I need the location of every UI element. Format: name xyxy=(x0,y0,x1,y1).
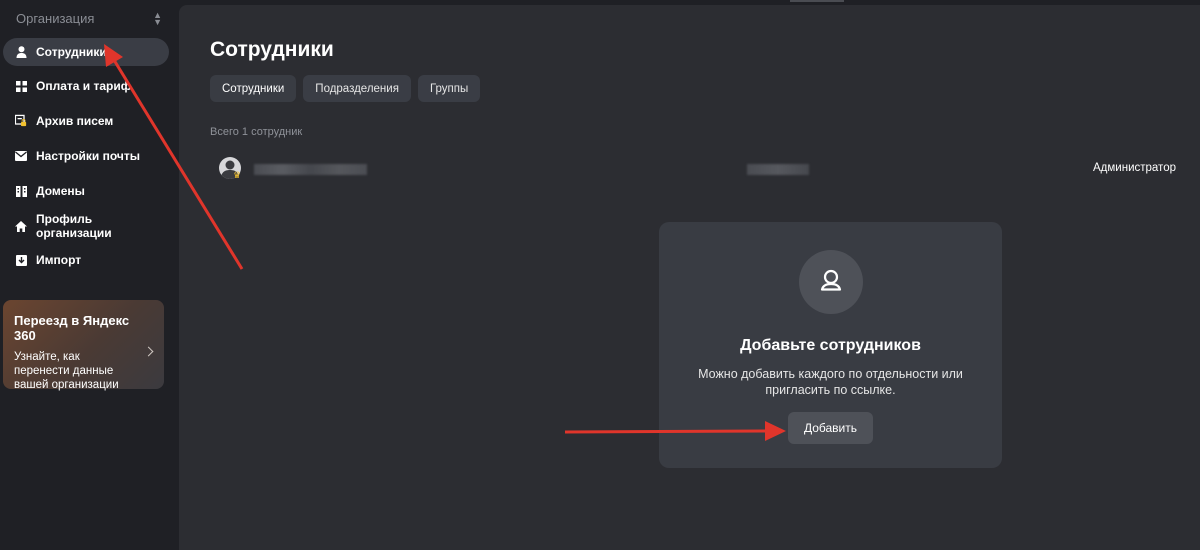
table-row[interactable]: ♛ Администратор xyxy=(219,157,1179,181)
top-bar-fragment xyxy=(790,0,844,2)
sidebar: Организация ▲ ▼ Сотрудники Оплата и тариф… xyxy=(0,0,178,550)
employee-role: Администратор xyxy=(1093,162,1176,174)
person-icon xyxy=(15,46,27,58)
sidebar-item-label: Домены xyxy=(36,184,85,198)
tabs: Сотрудники Подразделения Группы xyxy=(210,75,481,102)
organization-selector[interactable]: Организация ▲ ▼ xyxy=(16,11,162,27)
employee-name-redacted xyxy=(254,164,367,175)
domains-icon xyxy=(15,185,27,197)
user-placeholder-icon xyxy=(799,250,863,314)
add-employee-button[interactable]: Добавить xyxy=(788,412,873,444)
empty-state-title: Добавьте сотрудников xyxy=(740,337,921,354)
sidebar-item-mail-settings[interactable]: Настройки почты xyxy=(3,142,169,170)
sidebar-item-label: Импорт xyxy=(36,253,82,267)
crown-icon: ♛ xyxy=(233,170,242,180)
sidebar-item-label: Настройки почты xyxy=(36,149,141,163)
sidebar-item-label: Профиль организации xyxy=(36,212,112,240)
employee-count: Всего 1 сотрудник xyxy=(210,126,303,138)
home-icon xyxy=(15,220,27,232)
import-icon xyxy=(15,254,27,266)
sidebar-item-label: Сотрудники xyxy=(36,45,107,59)
sidebar-item-label: Архив писем xyxy=(36,114,114,128)
tab-departments[interactable]: Подразделения xyxy=(303,75,411,102)
sidebar-item-billing[interactable]: Оплата и тариф xyxy=(3,72,169,100)
tab-employees[interactable]: Сотрудники xyxy=(210,75,297,102)
add-employees-card: Добавьте сотрудников Можно добавить кажд… xyxy=(659,222,1002,468)
mail-icon xyxy=(15,150,27,162)
migration-promo-card[interactable]: Переезд в Яндекс 360 Узнайте, как перене… xyxy=(3,300,164,391)
sort-arrows-icon: ▲ ▼ xyxy=(153,10,162,27)
chevron-right-icon xyxy=(143,346,154,357)
promo-text: Узнайте, как перенести данные вашей орга… xyxy=(14,351,119,391)
page-title: Сотрудники xyxy=(210,38,334,61)
tab-groups[interactable]: Группы xyxy=(417,75,481,102)
main-panel: Сотрудники Сотрудники Подразделения Груп… xyxy=(179,5,1200,550)
organization-label: Организация xyxy=(16,11,95,26)
sidebar-item-domains[interactable]: Домены xyxy=(3,177,169,205)
sidebar-item-employees[interactable]: Сотрудники xyxy=(3,38,169,66)
archive-lock-icon xyxy=(15,114,27,127)
grid-icon xyxy=(15,80,27,92)
employee-email-redacted xyxy=(747,164,809,175)
sidebar-item-mail-archive[interactable]: Архив писем xyxy=(3,107,169,135)
sidebar-item-organization-profile[interactable]: Профиль организации xyxy=(3,212,169,240)
sidebar-item-import[interactable]: Импорт xyxy=(3,246,169,274)
promo-title: Переезд в Яндекс 360 xyxy=(14,313,130,343)
empty-state-description: Можно добавить каждого по отдельности ил… xyxy=(698,367,963,397)
sidebar-item-label: Оплата и тариф xyxy=(36,79,132,93)
